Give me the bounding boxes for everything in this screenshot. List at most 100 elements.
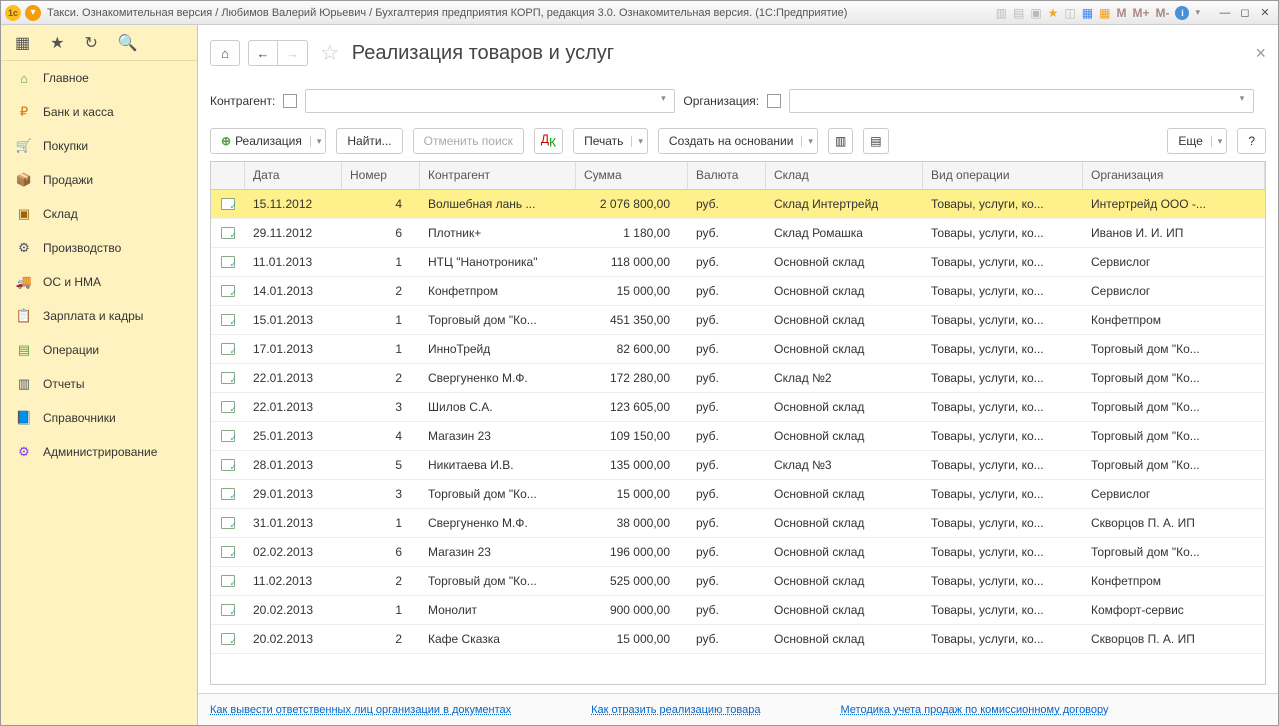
doc-icon xyxy=(211,517,245,529)
col-operation[interactable]: Вид операции xyxy=(923,162,1083,189)
cell-number: 2 xyxy=(342,574,420,588)
home-button[interactable]: ⌂ xyxy=(210,40,240,66)
table-body[interactable]: 15.11.2012 4 Волшебная лань ... 2 076 80… xyxy=(211,190,1265,684)
cell-currency: руб. xyxy=(688,255,766,269)
sidebar-item[interactable]: ▤Операции xyxy=(1,333,197,367)
sidebar-item[interactable]: ₽Банк и касса xyxy=(1,95,197,129)
chevron-down-icon[interactable]: ▾ xyxy=(310,136,322,147)
cell-organization: Интертрейд ООО -... xyxy=(1083,197,1265,211)
table-row[interactable]: 20.02.2013 1 Монолит 900 000,00 руб. Осн… xyxy=(211,596,1265,625)
calendar-icon[interactable]: ▦ xyxy=(1099,6,1110,20)
cell-operation: Товары, услуги, ко... xyxy=(923,632,1083,646)
col-organization[interactable]: Организация xyxy=(1083,162,1265,189)
cell-sum: 900 000,00 xyxy=(576,603,688,617)
table-row[interactable]: 29.01.2013 3 Торговый дом "Ко... 15 000,… xyxy=(211,480,1265,509)
sidebar-item[interactable]: ⚙Администрирование xyxy=(1,435,197,469)
table-row[interactable]: 20.02.2013 2 Кафе Сказка 15 000,00 руб. … xyxy=(211,625,1265,654)
tool-icon[interactable]: ▣ xyxy=(1030,6,1041,20)
organization-checkbox[interactable] xyxy=(767,94,781,108)
table-row[interactable]: 02.02.2013 6 Магазин 23 196 000,00 руб. … xyxy=(211,538,1265,567)
footer-link-3[interactable]: Методика учета продаж по комиссионному д… xyxy=(841,704,1109,716)
tool-icon[interactable]: ▤ xyxy=(1013,6,1024,20)
sidebar-item[interactable]: ▣Склад xyxy=(1,197,197,231)
col-warehouse[interactable]: Склад xyxy=(766,162,923,189)
table-row[interactable]: 22.01.2013 3 Шилов С.А. 123 605,00 руб. … xyxy=(211,393,1265,422)
sidebar-item[interactable]: 🛒Покупки xyxy=(1,129,197,163)
table-row[interactable]: 11.02.2013 2 Торговый дом "Ко... 525 000… xyxy=(211,567,1265,596)
organization-input[interactable]: ▾ xyxy=(789,89,1254,113)
col-sum[interactable]: Сумма xyxy=(576,162,688,189)
counterparty-checkbox[interactable] xyxy=(283,94,297,108)
create-based-button[interactable]: Создать на основании ▾ xyxy=(658,128,818,154)
close-page-button[interactable]: × xyxy=(1255,43,1266,64)
table-row[interactable]: 22.01.2013 2 Свергуненко М.Ф. 172 280,00… xyxy=(211,364,1265,393)
sidebar-item[interactable]: ⚙Производство xyxy=(1,231,197,265)
sidebar-item[interactable]: ⌂Главное xyxy=(1,61,197,95)
footer-link-2[interactable]: Как отразить реализацию товара xyxy=(591,704,760,716)
table-row[interactable]: 31.01.2013 1 Свергуненко М.Ф. 38 000,00 … xyxy=(211,509,1265,538)
print-button[interactable]: Печать▾ xyxy=(573,128,648,154)
more-button[interactable]: Еще▾ xyxy=(1167,128,1227,154)
table-row[interactable]: 15.11.2012 4 Волшебная лань ... 2 076 80… xyxy=(211,190,1265,219)
col-counterparty[interactable]: Контрагент xyxy=(420,162,576,189)
footer-link-1[interactable]: Как вывести ответственных лиц организаци… xyxy=(210,704,511,716)
table-row[interactable]: 17.01.2013 1 ИнноТрейд 82 600,00 руб. Ос… xyxy=(211,335,1265,364)
sidebar-item[interactable]: ▥Отчеты xyxy=(1,367,197,401)
minimize-button[interactable]: — xyxy=(1216,6,1234,20)
table-row[interactable]: 29.11.2012 6 Плотник+ 1 180,00 руб. Скла… xyxy=(211,219,1265,248)
cell-organization: Сервислог xyxy=(1083,284,1265,298)
apps-icon[interactable]: ▦ xyxy=(15,33,30,53)
dropdown-icon[interactable]: ▾ xyxy=(25,5,41,21)
close-button[interactable]: ✕ xyxy=(1256,6,1274,20)
cell-date: 25.01.2013 xyxy=(245,429,342,443)
doc-icon xyxy=(211,633,245,645)
m-button[interactable]: M xyxy=(1116,6,1126,20)
sidebar-label: Банк и касса xyxy=(43,105,114,119)
maximize-button[interactable]: ◻ xyxy=(1236,6,1254,20)
chevron-down-icon[interactable]: ▾ xyxy=(801,136,813,147)
chevron-down-icon[interactable]: ▾ xyxy=(1211,136,1223,147)
col-date[interactable]: Дата xyxy=(245,162,342,189)
dropdown-icon[interactable]: ▾ xyxy=(1234,93,1250,104)
cell-sum: 109 150,00 xyxy=(576,429,688,443)
dropdown-icon[interactable]: ▾ xyxy=(655,93,671,104)
help-button[interactable]: ? xyxy=(1237,128,1266,154)
col-currency[interactable]: Валюта xyxy=(688,162,766,189)
m-plus-button[interactable]: M+ xyxy=(1132,6,1149,20)
table-row[interactable]: 14.01.2013 2 Конфетпром 15 000,00 руб. О… xyxy=(211,277,1265,306)
table-row[interactable]: 11.01.2013 1 НТЦ "Нанотроника" 118 000,0… xyxy=(211,248,1265,277)
search-icon[interactable]: 🔍 xyxy=(118,33,138,53)
calc-icon[interactable]: ▦ xyxy=(1082,6,1093,20)
find-button[interactable]: Найти... xyxy=(336,128,402,154)
m-minus-button[interactable]: M- xyxy=(1155,6,1169,20)
dtk-button[interactable]: ДК xyxy=(534,128,563,154)
list-view-button[interactable]: ▥ xyxy=(828,128,853,154)
tool-icon[interactable]: ▥ xyxy=(996,6,1007,20)
sidebar-item[interactable]: 📘Справочники xyxy=(1,401,197,435)
grid-view-button[interactable]: ▤ xyxy=(863,128,888,154)
sidebar-item[interactable]: 🚚ОС и НМА xyxy=(1,265,197,299)
star-icon[interactable]: ★ xyxy=(1048,6,1059,20)
col-number[interactable]: Номер xyxy=(342,162,420,189)
back-button[interactable]: ← xyxy=(248,40,278,66)
cell-currency: руб. xyxy=(688,400,766,414)
favorite-star-icon[interactable]: ☆ xyxy=(320,40,340,66)
chevron-down-icon[interactable]: ▾ xyxy=(631,136,643,147)
cell-sum: 15 000,00 xyxy=(576,632,688,646)
realization-button[interactable]: ⊕Реализация▾ xyxy=(210,128,326,154)
history-icon[interactable]: ↻ xyxy=(84,33,97,53)
sidebar-item[interactable]: 📦Продажи xyxy=(1,163,197,197)
sidebar-item[interactable]: 📋Зарплата и кадры xyxy=(1,299,197,333)
dropdown-icon[interactable]: ▾ xyxy=(1195,7,1200,18)
table-row[interactable]: 25.01.2013 4 Магазин 23 109 150,00 руб. … xyxy=(211,422,1265,451)
star-icon[interactable]: ★ xyxy=(50,33,64,53)
info-icon[interactable]: i xyxy=(1175,6,1189,20)
create-based-label: Создать на основании xyxy=(669,134,794,148)
cell-counterparty: Свергуненко М.Ф. xyxy=(420,516,576,530)
cell-operation: Товары, услуги, ко... xyxy=(923,574,1083,588)
tool-icon[interactable]: ◫ xyxy=(1064,6,1075,20)
forward-button[interactable]: → xyxy=(278,40,308,66)
counterparty-input[interactable]: ▾ xyxy=(305,89,675,113)
table-row[interactable]: 28.01.2013 5 Никитаева И.В. 135 000,00 р… xyxy=(211,451,1265,480)
table-row[interactable]: 15.01.2013 1 Торговый дом "Ко... 451 350… xyxy=(211,306,1265,335)
